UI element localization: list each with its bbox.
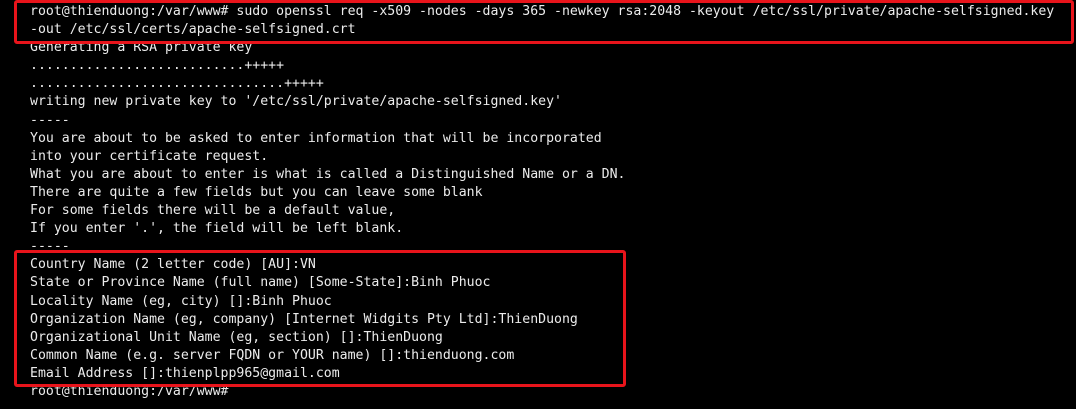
command-line-continuation: -out /etc/ssl/certs/apache-selfsigned.cr… [30,22,356,38]
field-state: State or Province Name (full name) [Some… [30,275,491,291]
output-line: ................................+++++ [30,76,324,92]
separator-line: ----- [30,239,70,255]
command-line: root@thienduong:/var/www# sudo openssl r… [30,4,1055,19]
output-line: There are quite a few fields but you can… [30,184,483,200]
field-organization: Organization Name (eg, company) [Interne… [30,311,578,327]
field-locality: Locality Name (eg, city) []:Binh Phuoc [30,293,332,309]
output-line: If you enter '.', the field will be left… [30,221,404,237]
field-email: Email Address []:thienplpp965@gmail.com [30,365,340,381]
field-common-name: Common Name (e.g. server FQDN or YOUR na… [30,347,515,363]
output-line: For some fields there will be a default … [30,203,396,219]
field-organizational-unit: Organizational Unit Name (eg, section) [… [30,329,443,345]
output-line: into your certificate request. [30,148,269,164]
output-line: writing new private key to '/etc/ssl/pri… [30,94,562,110]
terminal-output: root@thienduong:/var/www# sudo openssl r… [30,3,1054,401]
prompt-line[interactable]: root@thienduong:/var/www# [30,383,1054,401]
terminal-window[interactable]: root@thienduong:/var/www# sudo openssl r… [0,0,1076,409]
field-country: Country Name (2 letter code) [AU]:VN [30,257,316,273]
output-line: What you are about to enter is what is c… [30,166,626,182]
separator-line: ----- [30,112,70,128]
output-line: ...........................+++++ [30,58,285,74]
output-line: Generating a RSA private key [30,40,253,56]
output-line: You are about to be asked to enter infor… [30,130,602,146]
